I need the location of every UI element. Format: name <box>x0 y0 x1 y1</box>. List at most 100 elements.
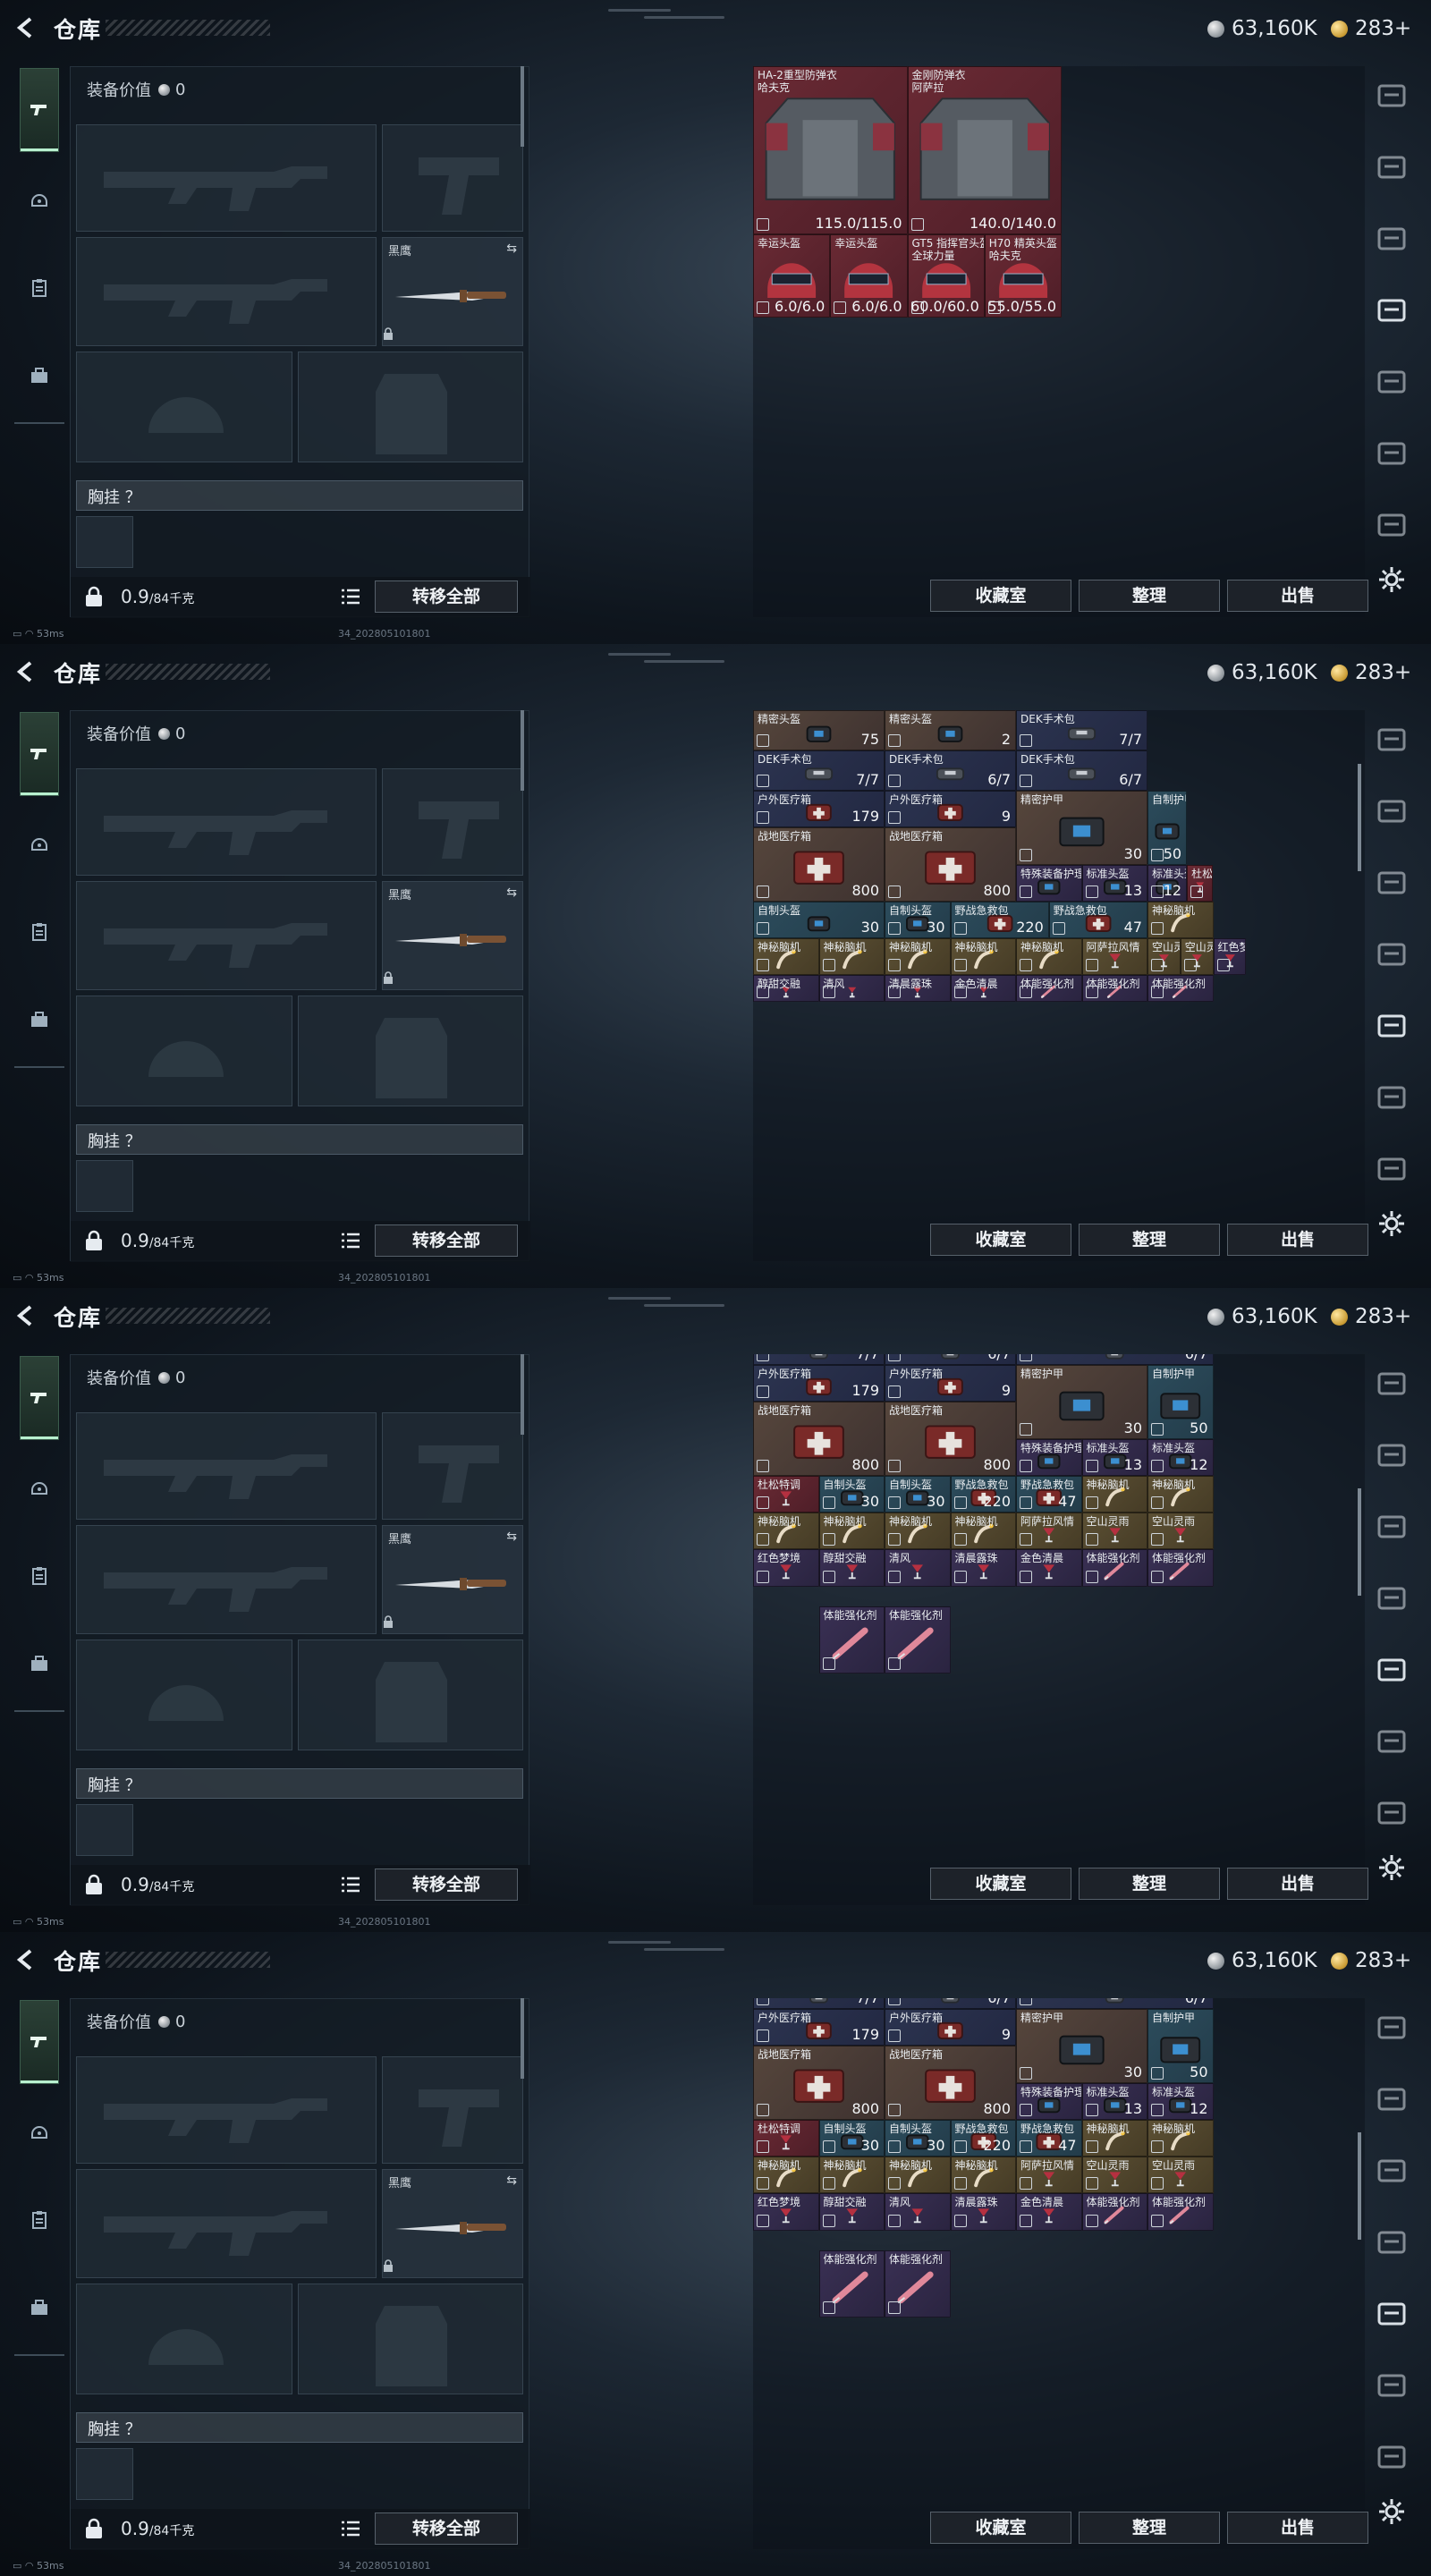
gold-currency[interactable]: 283+ <box>1331 1304 1411 1329</box>
inventory-item[interactable]: 自制护甲 50 <box>1147 791 1188 865</box>
inventory-item[interactable]: 红色梦境 <box>753 2193 819 2231</box>
sidearm-weapon-slot[interactable] <box>76 2169 377 2278</box>
tab-medical[interactable] <box>20 912 59 952</box>
tab-storage-main[interactable] <box>1372 1363 1411 1402</box>
chest-rig-slot[interactable] <box>76 1160 133 1212</box>
chest-rig-header[interactable]: 胸挂 ？ <box>76 1768 523 1799</box>
inventory-item[interactable]: 金色清晨 <box>950 975 1016 1003</box>
inventory-item[interactable]: 战地医疗箱 800 <box>753 827 885 902</box>
settings-gear-icon[interactable] <box>1377 1853 1406 1882</box>
inventory-item[interactable]: 金色清晨 <box>1016 2193 1082 2231</box>
storage-scrollbar[interactable] <box>1358 764 1361 871</box>
melee-slot[interactable]: 黑鹰 ⇆ <box>382 881 523 990</box>
settings-gear-icon[interactable] <box>1377 1209 1406 1238</box>
inventory-item[interactable]: 阿萨拉风情 <box>1016 1513 1082 1550</box>
inventory-item[interactable]: 空山灵雨 <box>1180 938 1214 976</box>
melee-slot[interactable]: 黑鹰 ⇆ <box>382 2169 523 2278</box>
gold-currency[interactable]: 283+ <box>1331 16 1411 41</box>
inventory-item[interactable]: 神秘脑机 <box>818 2157 885 2194</box>
inventory-item[interactable]: 体能强化剂 <box>1147 2193 1214 2231</box>
tab-storage-4[interactable] <box>1372 147 1411 186</box>
inventory-item[interactable]: 自制护甲 50 <box>1147 2009 1214 2083</box>
inventory-item[interactable]: 神秘脑机 <box>818 1513 885 1550</box>
inventory-item[interactable]: 特殊装备护理 <box>1016 1438 1082 1476</box>
inventory-item[interactable]: 醇甜交融 <box>818 2193 885 2231</box>
tab-storage-8[interactable] <box>1372 1148 1411 1188</box>
inventory-item[interactable]: 特殊装备护理 <box>1016 2082 1082 2120</box>
gold-currency[interactable]: 283+ <box>1331 660 1411 685</box>
secondary-weapon-slot[interactable] <box>382 124 523 232</box>
tab-storage-5[interactable] <box>1372 934 1411 973</box>
equipment-scrollbar[interactable] <box>521 1998 524 2079</box>
inventory-item[interactable]: 体能强化剂 <box>1081 2193 1147 2231</box>
sell-button[interactable]: 出售 <box>1227 2512 1368 2544</box>
inventory-item[interactable]: 精密头盔 75 <box>753 710 885 750</box>
inventory-item[interactable]: 体能强化剂 <box>818 1606 885 1674</box>
tab-backpack[interactable] <box>20 1644 59 1683</box>
inventory-item[interactable]: 户外医疗箱 9 <box>885 791 1016 828</box>
chest-rig-slot[interactable] <box>76 516 133 568</box>
tab-storage-5[interactable] <box>1372 1578 1411 1617</box>
inventory-item[interactable]: 清风 <box>885 1549 951 1587</box>
tab-armor[interactable] <box>20 1469 59 1508</box>
sell-button[interactable]: 出售 <box>1227 580 1368 612</box>
inventory-item[interactable]: 野战急救包 220 <box>950 901 1049 938</box>
tab-storage-main[interactable] <box>1372 2007 1411 2046</box>
list-icon[interactable] <box>341 1876 360 1894</box>
inventory-item[interactable]: 体能强化剂 <box>1147 1549 1214 1587</box>
primary-weapon-slot[interactable] <box>76 2056 377 2164</box>
tab-storage-6[interactable] <box>1372 1005 1411 1045</box>
sort-button[interactable]: 整理 <box>1079 2512 1220 2544</box>
tab-storage-main[interactable] <box>1372 75 1411 114</box>
tab-storage-6[interactable] <box>1372 361 1411 401</box>
tab-backpack[interactable] <box>20 1000 59 1039</box>
inventory-item[interactable]: 神秘脑机 <box>1147 2119 1214 2157</box>
inventory-item[interactable]: 体能强化剂 <box>885 2250 951 2318</box>
inventory-item[interactable]: 清晨露珠 <box>950 2193 1016 2231</box>
inventory-item[interactable]: 清晨露珠 <box>885 975 951 1003</box>
inventory-item[interactable]: DEK手术包 7/7 <box>753 750 885 791</box>
inventory-item[interactable]: 战地医疗箱 800 <box>885 827 1016 902</box>
inventory-item[interactable]: 神秘脑机 <box>950 1513 1016 1550</box>
sort-button[interactable]: 整理 <box>1079 1224 1220 1256</box>
storage-scrollbar[interactable] <box>1358 2132 1361 2240</box>
inventory-item[interactable]: H70 精英头盔 哈夫克 55.0/55.0 <box>984 233 1062 318</box>
inventory-item[interactable]: 体能强化剂 <box>818 2250 885 2318</box>
inventory-item[interactable]: 户外医疗箱 9 <box>885 2009 1016 2046</box>
tab-weapons[interactable] <box>20 1356 59 1440</box>
inventory-item[interactable]: 自制头盔 30 <box>885 1475 951 1513</box>
inventory-item[interactable]: 精密头盔 2 <box>885 710 1016 750</box>
melee-slot[interactable]: 黑鹰 ⇆ <box>382 237 523 346</box>
settings-gear-icon[interactable] <box>1377 565 1406 594</box>
inventory-item[interactable]: 战地医疗箱 800 <box>753 1402 885 1476</box>
transfer-all-button[interactable]: 转移全部 <box>375 2512 518 2545</box>
inventory-item[interactable]: 神秘脑机 <box>950 938 1016 976</box>
tab-storage-4b[interactable] <box>1372 862 1411 902</box>
body-armor-slot[interactable] <box>298 352 523 462</box>
inventory-item[interactable]: 神秘脑机 <box>885 938 951 976</box>
tab-storage-4[interactable] <box>1372 1435 1411 1474</box>
inventory-item[interactable]: 红色梦境 <box>1213 938 1247 976</box>
tab-armor[interactable] <box>20 825 59 864</box>
tab-weapons[interactable] <box>20 712 59 796</box>
inventory-item[interactable]: 户外医疗箱 179 <box>753 1365 885 1402</box>
inventory-item[interactable]: 野战急救包 47 <box>1016 2119 1082 2157</box>
inventory-item[interactable]: 自制护甲 50 <box>1147 1365 1214 1439</box>
tab-storage-7[interactable] <box>1372 433 1411 472</box>
helmet-slot[interactable] <box>76 352 292 462</box>
tab-storage-main[interactable] <box>1372 719 1411 758</box>
collection-room-button[interactable]: 收藏室 <box>930 580 1071 612</box>
storage-scrollbar[interactable] <box>1358 1488 1361 1596</box>
inventory-item[interactable]: 精密护甲 30 <box>1016 791 1147 865</box>
inventory-item[interactable]: 精密护甲 30 <box>1016 1365 1147 1439</box>
inventory-item[interactable]: 幸运头盔 6.0/6.0 <box>753 233 831 318</box>
inventory-item[interactable]: 6/7 <box>885 1354 1016 1365</box>
inventory-item[interactable]: 野战急救包 220 <box>950 2119 1016 2157</box>
tab-storage-4b[interactable] <box>1372 1506 1411 1546</box>
tab-backpack[interactable] <box>20 2288 59 2327</box>
equipment-scrollbar[interactable] <box>521 1354 524 1435</box>
inventory-item[interactable]: HA-2重型防弹衣 哈夫克 115.0/115.0 <box>753 66 908 234</box>
tab-storage-8[interactable] <box>1372 504 1411 544</box>
inventory-item[interactable]: 战地医疗箱 800 <box>753 2046 885 2120</box>
inventory-item[interactable]: 7/7 <box>753 1998 885 2009</box>
